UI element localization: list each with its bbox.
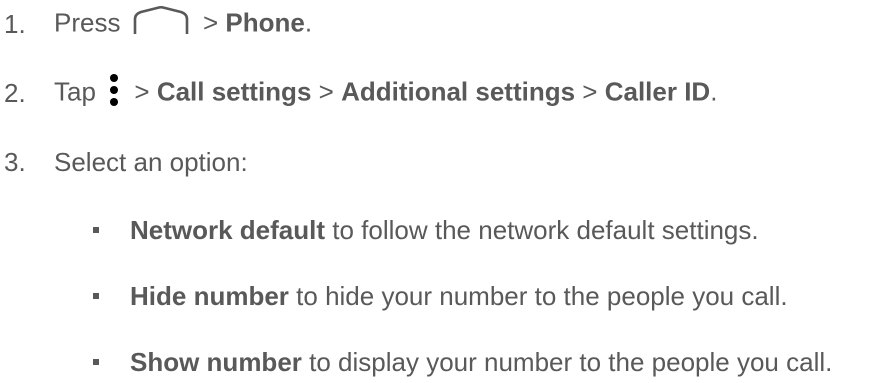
step-text: Select an option: [54,146,248,177]
separator: > [318,75,334,106]
step-number: 2. [4,77,26,108]
additional-settings-label: Additional settings [341,75,576,106]
option-name: Show number [130,346,302,377]
option-description: to display your number to the people you… [309,346,833,377]
separator: > [134,75,150,106]
period: . [710,75,718,106]
step-text: Press > Phone. [54,5,313,43]
step-2: 2. Tap > Call settings > Additional sett… [4,73,717,113]
step-verb: Tap [54,75,96,106]
step-text: Tap > Call settings > Additional setting… [54,73,717,114]
step-verb: Press [54,6,121,37]
option-name: Hide number [130,280,289,311]
option-show-number: Show number to display your number to th… [92,342,832,382]
option-network-default: Network default to follow the network de… [92,210,759,250]
bullet-icon [93,293,99,299]
option-text: Hide number to hide your number to the p… [130,281,788,312]
option-name: Network default [130,214,326,245]
phone-label: Phone [225,6,305,37]
step-3: 3. Select an option: [4,142,248,182]
caller-id-label: Caller ID [604,75,711,106]
separator: > [582,75,598,106]
option-text: Show number to display your number to th… [130,347,832,378]
option-text: Network default to follow the network de… [130,215,759,246]
period: . [304,6,313,37]
step-1: 1. Press > Phone. [4,4,312,44]
option-description: to follow the network default settings. [332,214,759,245]
home-icon [132,5,190,43]
bullet-icon [93,359,99,365]
step-number: 3. [4,146,26,177]
separator: > [202,6,219,37]
call-settings-label: Call settings [156,75,312,106]
more-vertical-icon [109,73,119,114]
option-description: to hide your number to the people you ca… [296,280,788,311]
bullet-icon [93,227,99,233]
option-hide-number: Hide number to hide your number to the p… [92,276,788,316]
step-number: 1. [4,8,26,39]
